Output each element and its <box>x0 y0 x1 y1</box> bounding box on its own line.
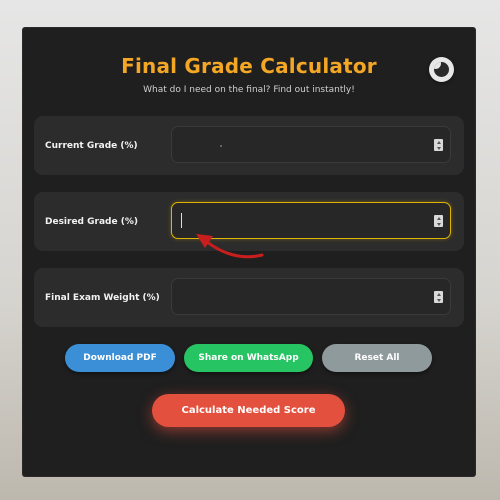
share-whatsapp-button[interactable]: Share on WhatsApp <box>184 344 313 372</box>
theme-toggle-button[interactable] <box>429 57 454 82</box>
download-pdf-button[interactable]: Download PDF <box>65 344 175 372</box>
desired-grade-label: Desired Grade (%) <box>45 216 138 227</box>
final-weight-label: Final Exam Weight (%) <box>45 292 160 303</box>
spinner-down-icon <box>436 222 441 226</box>
desired-grade-input[interactable] <box>171 202 451 239</box>
current-grade-input[interactable] <box>171 126 451 163</box>
reset-all-button[interactable]: Reset All <box>322 344 432 372</box>
spinner-down-icon <box>436 298 441 302</box>
calculate-button[interactable]: Calculate Needed Score <box>152 394 345 427</box>
spinner-down-icon <box>436 146 441 150</box>
moon-icon <box>434 62 449 77</box>
input-artifact-dot <box>220 145 222 147</box>
current-grade-spinner[interactable] <box>434 139 443 151</box>
spinner-up-icon <box>436 216 441 220</box>
calculator-card: Final Grade Calculator What do I need on… <box>23 28 475 476</box>
desired-grade-row: Desired Grade (%) <box>34 192 464 251</box>
final-weight-input[interactable] <box>171 278 451 315</box>
page-subtitle: What do I need on the final? Find out in… <box>143 85 355 95</box>
spinner-up-icon <box>436 292 441 296</box>
text-caret <box>181 213 182 228</box>
spinner-up-icon <box>436 140 441 144</box>
desired-grade-spinner[interactable] <box>434 215 443 227</box>
current-grade-label: Current Grade (%) <box>45 140 138 151</box>
final-weight-spinner[interactable] <box>434 291 443 303</box>
final-weight-row: Final Exam Weight (%) <box>34 268 464 327</box>
page-title: Final Grade Calculator <box>121 54 377 78</box>
current-grade-row: Current Grade (%) <box>34 116 464 175</box>
